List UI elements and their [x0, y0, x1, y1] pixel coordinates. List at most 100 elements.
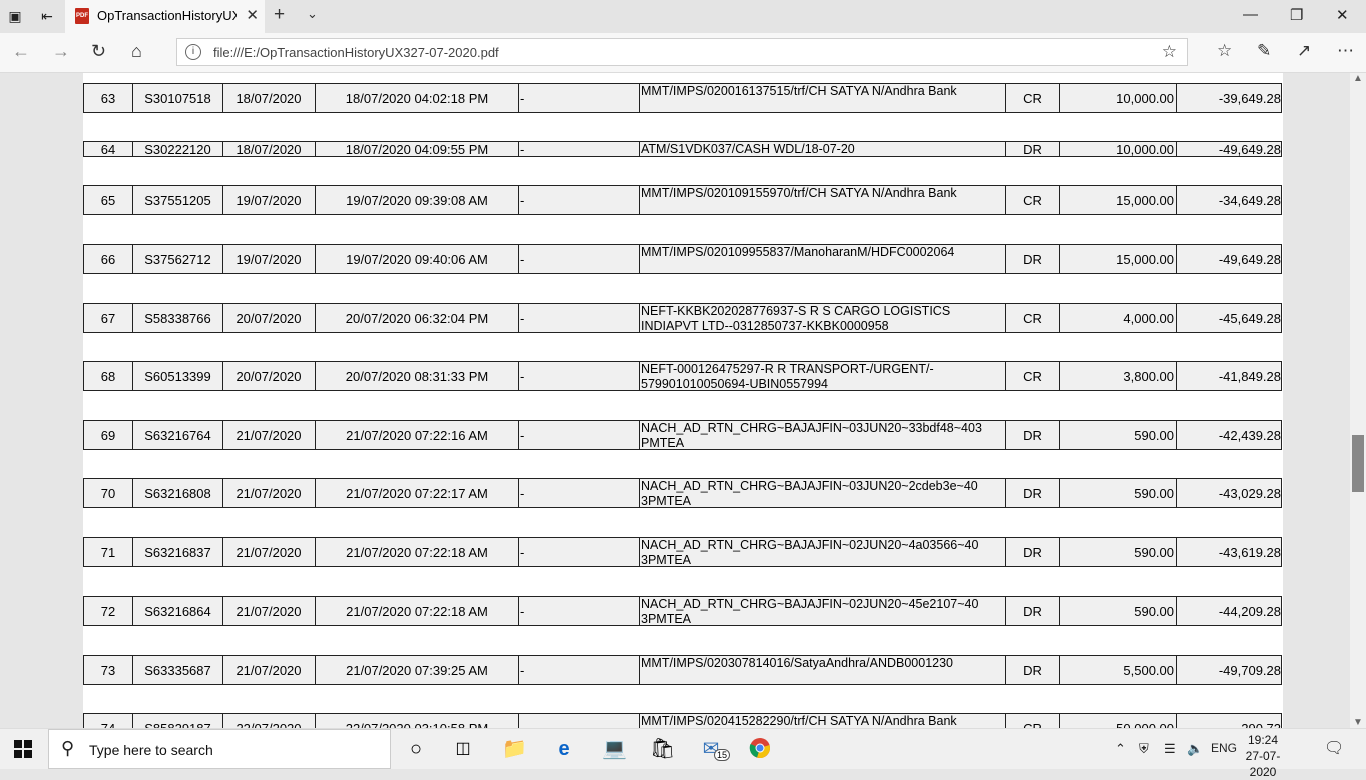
description-cell: ATM/S1VDK037/CASH WDL/18-07-20 [640, 142, 1006, 156]
amount-cell: 15,000.00 [1060, 245, 1177, 273]
more-icon[interactable]: ⋯ [1337, 41, 1354, 61]
description-line-1: NACH_AD_RTN_CHRG~BAJAJFIN~02JUN20~4a0356… [641, 538, 979, 552]
vertical-scrollbar[interactable]: ▲ ▼ [1350, 73, 1366, 728]
value-date-cell: 21/07/2020 [223, 597, 316, 625]
description-line-1: NEFT-KKBK202028776937-S R S CARGO LOGIST… [641, 304, 951, 318]
value-date-cell: 19/07/2020 [223, 245, 316, 273]
home-icon[interactable]: ⌂ [131, 41, 142, 62]
share-icon[interactable]: ↗ [1297, 41, 1311, 61]
file-explorer-icon[interactable]: 📁 [502, 737, 527, 761]
pen-icon[interactable]: ✎ [1257, 41, 1271, 61]
description-cell: MMT/IMPS/020109955837/ManoharanM/HDFC000… [640, 245, 1006, 273]
posted-datetime-cell: 21/07/2020 07:22:18 AM [316, 538, 519, 566]
tran-id-cell: S30107518 [133, 84, 223, 112]
cr-dr-cell: DR [1006, 656, 1060, 684]
cr-dr-cell: CR [1006, 84, 1060, 112]
description-cell: MMT/IMPS/020109155970/trf/CH SATYA N/And… [640, 186, 1006, 214]
value-date-cell: 21/07/2020 [223, 656, 316, 684]
description-line-2: PMTEA [641, 436, 685, 449]
scroll-thumb[interactable] [1352, 435, 1364, 492]
taskbar-search[interactable]: ⚲ Type here to search [48, 729, 391, 769]
posted-datetime-cell: 18/07/2020 04:09:55 PM [316, 142, 519, 157]
row-number-cell: 71 [84, 538, 133, 566]
back-icon[interactable]: ← [12, 41, 30, 62]
favorite-star-icon[interactable]: ☆ [1162, 42, 1177, 62]
security-icon[interactable]: ⛨ [1139, 741, 1149, 757]
row-number-cell: 66 [84, 245, 133, 273]
close-window-icon[interactable]: ✕ [1336, 6, 1349, 24]
edge-icon[interactable]: e [552, 737, 576, 761]
clock[interactable]: 19:24 27-07-2020 [1236, 732, 1290, 780]
windows-start-icon[interactable] [14, 740, 32, 758]
amount-cell: 50,000.00 [1060, 714, 1177, 728]
scroll-down-icon[interactable]: ▼ [1353, 717, 1363, 728]
language-indicator[interactable]: ENG [1211, 741, 1237, 755]
tran-id-cell: S37551205 [133, 186, 223, 214]
description-line-1: NACH_AD_RTN_CHRG~BAJAJFIN~02JUN20~45e210… [641, 597, 979, 611]
table-row: 64 S30222120 18/07/2020 18/07/2020 04:09:55… [83, 141, 1282, 157]
close-tab-icon[interactable]: ✕ [246, 6, 259, 24]
cr-dr-cell: DR [1006, 142, 1060, 157]
tran-id-cell: S30222120 [133, 142, 223, 157]
table-row: 69 S63216764 21/07/2020 21/07/2020 07:22:16… [83, 420, 1282, 450]
forward-icon[interactable]: → [52, 41, 70, 62]
info-icon[interactable]: i [185, 44, 201, 60]
pdf-viewport[interactable]: 63 S30107518 18/07/2020 18/07/2020 04:02:18… [0, 73, 1350, 728]
amount-cell: 590.00 [1060, 421, 1177, 449]
tran-id-cell: S37562712 [133, 245, 223, 273]
row-number-cell: 70 [84, 479, 133, 507]
value-date-cell: 20/07/2020 [223, 304, 316, 332]
this-pc-icon[interactable]: 💻 [602, 737, 627, 761]
cheque-ref-cell: - [519, 362, 640, 390]
restore-icon[interactable]: ❐ [1290, 6, 1303, 24]
cr-dr-cell: CR [1006, 714, 1060, 728]
balance-cell: -43,029.28 [1218, 485, 1281, 501]
tran-id-cell: S85829187 [133, 714, 223, 728]
description-line-2: INDIAPVT LTD--0312850737-KKBK0000958 [641, 319, 889, 332]
table-row: 70 S63216808 21/07/2020 21/07/2020 07:22:17… [83, 478, 1282, 508]
balance-cell: -44,209.28 [1218, 603, 1281, 619]
description-line-1: NEFT-000126475297-R R TRANSPORT-/URGENT/… [641, 362, 934, 376]
amount-cell: 590.00 [1060, 538, 1177, 566]
cheque-ref-cell: - [519, 597, 640, 625]
row-number-cell: 64 [84, 142, 133, 157]
new-tab-icon[interactable]: + [274, 4, 285, 26]
chrome-icon[interactable] [748, 737, 772, 761]
refresh-icon[interactable]: ↻ [91, 41, 106, 62]
amount-cell: 15,000.00 [1060, 186, 1177, 214]
cr-dr-cell: DR [1006, 597, 1060, 625]
value-date-cell: 21/07/2020 [223, 421, 316, 449]
description-cell: NEFT-KKBK202028776937-S R S CARGO LOGIST… [640, 304, 1006, 332]
set-aside-tabs-icon[interactable]: ⇤ [38, 7, 56, 25]
task-view-icon[interactable]: ◫ [451, 737, 475, 761]
description-line-2: 3PMTEA [641, 612, 692, 625]
favorites-icon[interactable]: ☆ [1217, 41, 1232, 61]
balance-cell: -45,649.28 [1218, 310, 1281, 326]
posted-datetime-cell: 21/07/2020 07:22:17 AM [316, 479, 519, 507]
store-icon[interactable]: 🛍 [650, 737, 675, 761]
notifications-icon[interactable]: 🗨 [1324, 738, 1344, 758]
network-icon[interactable]: ☰ [1164, 741, 1176, 757]
balance-cell: -34,649.28 [1218, 192, 1281, 208]
navigation-bar: ← → ↻ ⌂ i file:///E:/OpTransactionHistor… [0, 33, 1366, 73]
tran-id-cell: S63216864 [133, 597, 223, 625]
amount-cell: 590.00 [1060, 479, 1177, 507]
cheque-ref-cell: - [519, 142, 640, 157]
cortana-icon[interactable]: ○ [404, 737, 428, 761]
description-line-1: MMT/IMPS/020415282290/trf/CH SATYA N/And… [641, 714, 957, 728]
scroll-up-icon[interactable]: ▲ [1353, 73, 1363, 84]
cr-dr-cell: CR [1006, 304, 1060, 332]
tab-pdf[interactable]: PDF OpTransactionHistoryUX ✕ [65, 0, 265, 33]
table-row: 71 S63216837 21/07/2020 21/07/2020 07:22:18… [83, 537, 1282, 567]
value-date-cell: 19/07/2020 [223, 186, 316, 214]
minimize-icon[interactable]: — [1243, 6, 1258, 23]
tab-actions-icon[interactable]: ▣ [6, 7, 24, 25]
description-line-1: MMT/IMPS/020109955837/ManoharanM/HDFC000… [641, 245, 955, 259]
volume-icon[interactable]: 🔈 [1187, 741, 1203, 757]
chevron-down-icon[interactable]: ⌄ [307, 6, 318, 22]
cheque-ref-cell: - [519, 479, 640, 507]
balance-cell: -42,439.28 [1218, 427, 1281, 443]
row-number-cell: 68 [84, 362, 133, 390]
address-bar[interactable]: i file:///E:/OpTransactionHistoryUX327-0… [176, 38, 1188, 66]
show-hidden-icons-icon[interactable]: ⌃ [1115, 741, 1126, 757]
